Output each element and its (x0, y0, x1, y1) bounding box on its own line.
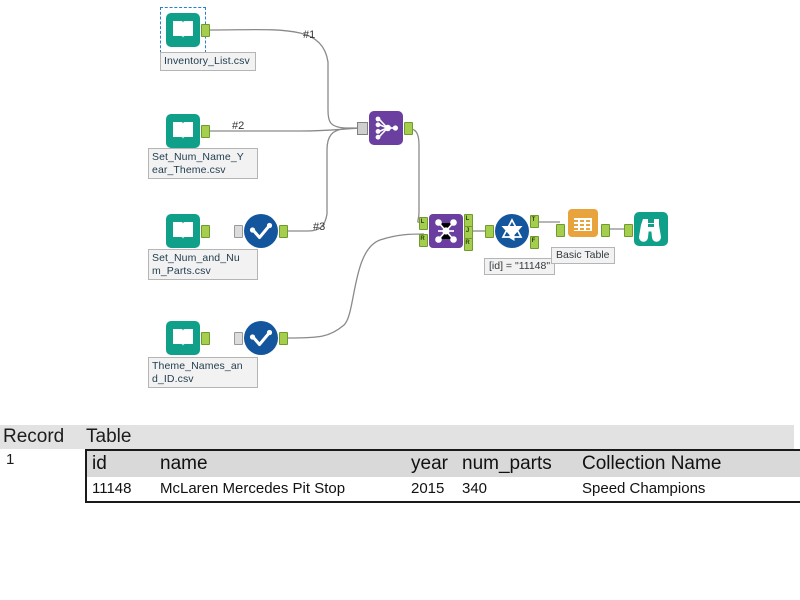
port-label-left-in: L (420, 219, 425, 225)
output-port[interactable] (404, 122, 413, 135)
column-header-id: id (86, 450, 155, 477)
binoculars-icon (634, 212, 668, 246)
node-browse-tool[interactable] (624, 211, 669, 247)
input-port[interactable] (556, 224, 565, 237)
port-label-true: T (531, 217, 536, 223)
port-label-join-out: J (465, 228, 470, 234)
node-caption-theme-names-and-id: Theme_Names_an d_ID.csv (148, 357, 258, 388)
output-port[interactable] (201, 24, 210, 37)
connection-label-3: #3 (313, 221, 326, 233)
column-header-year: year (406, 450, 457, 477)
node-input-data-inventory[interactable] (160, 7, 210, 53)
checkmark-circle-icon (244, 214, 278, 248)
connection-label-2: #2 (232, 120, 245, 132)
results-column-header-record: Record (0, 425, 82, 449)
node-input-data-set-num-and-num-parts[interactable] (165, 213, 210, 249)
cell-collection: Speed Champions (577, 477, 800, 502)
node-select-tool-1[interactable] (234, 213, 288, 249)
cell-year: 2015 (406, 477, 457, 502)
cell-name: McLaren Mercedes Pit Stop (155, 477, 406, 502)
book-icon (166, 321, 200, 355)
node-caption-set-num-name-year-theme: Set_Num_Name_Y ear_Theme.csv (148, 148, 258, 179)
node-union-tool[interactable] (357, 110, 413, 146)
record-number: 1 (6, 451, 15, 468)
join-icon (429, 214, 463, 248)
results-column-header-table: Table (82, 425, 794, 449)
inner-table-wrapper: id name year num_parts Collection Name 1… (82, 449, 800, 503)
book-icon (166, 114, 200, 148)
port-label-false: F (531, 238, 536, 244)
input-port[interactable] (485, 225, 494, 238)
results-data-row[interactable]: 1 id name year num_parts Collection Name (0, 449, 800, 503)
alteryx-workflow-window: Inventory_List.csv Set_Num_Name_Y ear_Th… (0, 0, 800, 600)
book-icon (166, 13, 200, 47)
node-input-data-theme-names-and-id[interactable] (165, 320, 210, 356)
port-label-right-out: R (465, 240, 470, 246)
output-port-false[interactable]: F (530, 236, 539, 249)
cell-id: 11148 (86, 477, 155, 502)
output-port-true[interactable]: T (530, 215, 539, 228)
inner-table-header-row: id name year num_parts Collection Name (86, 450, 800, 477)
output-port[interactable] (201, 125, 210, 138)
filter-annotation: [id] = "11148" (484, 258, 556, 275)
node-table-tool[interactable] (556, 205, 610, 241)
node-caption-inventory: Inventory_List.csv (160, 52, 256, 71)
workflow-canvas[interactable]: Inventory_List.csv Set_Num_Name_Y ear_Th… (0, 0, 800, 425)
cell-num-parts: 340 (457, 477, 577, 502)
input-port-left[interactable]: L (419, 217, 428, 230)
column-header-num-parts: num_parts (457, 450, 577, 477)
port-label-left-out: L (465, 216, 470, 222)
port-label-right-in: R (420, 236, 425, 242)
table-row: 11148 McLaren Mercedes Pit Stop 2015 340… (86, 477, 800, 502)
output-port[interactable] (201, 225, 210, 238)
node-input-data-set-num-name-year-theme[interactable] (165, 113, 210, 149)
node-select-tool-2[interactable] (234, 320, 288, 356)
node-join-tool[interactable]: L R L J R (419, 213, 473, 251)
input-port[interactable] (234, 225, 243, 238)
table-annotation: Basic Table (551, 247, 615, 264)
checkmark-circle-icon (244, 321, 278, 355)
output-port[interactable] (279, 332, 288, 345)
output-port[interactable] (601, 224, 610, 237)
output-port[interactable] (201, 332, 210, 345)
input-port-right[interactable]: R (419, 234, 428, 247)
union-icon (369, 111, 403, 145)
output-port-right[interactable]: R (464, 238, 473, 251)
book-icon (166, 214, 200, 248)
table-grid-icon (568, 209, 598, 237)
column-header-collection: Collection Name (577, 450, 800, 477)
connection-label-1: #1 (303, 29, 316, 41)
node-caption-set-num-and-num-parts: Set_Num_and_Nu m_Parts.csv (148, 249, 258, 280)
filter-funnel-icon (495, 214, 529, 248)
output-port[interactable] (279, 225, 288, 238)
results-pane: Record Table 1 id name year num_parts Co… (0, 425, 800, 503)
node-filter-tool[interactable]: T F (485, 213, 539, 249)
inner-result-table: id name year num_parts Collection Name 1… (85, 449, 800, 503)
column-header-name: name (155, 450, 406, 477)
results-header-row: Record Table (0, 425, 800, 449)
input-port[interactable] (624, 224, 633, 237)
multi-input-port[interactable] (357, 122, 368, 135)
input-port[interactable] (234, 332, 243, 345)
connection-wires (209, 28, 628, 339)
